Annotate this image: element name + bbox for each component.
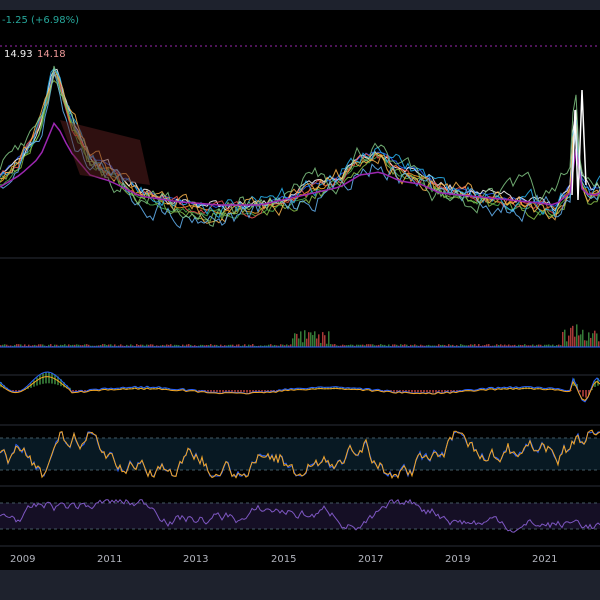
volume-bar [598,341,600,347]
macd-histogram-bar [219,390,221,393]
year-label: 2017 [358,554,383,565]
volume-bar [302,342,304,347]
chart-svg[interactable]: -1.25 (+6.98%) 14.93 14.18 2009 2011 201… [0,10,600,570]
year-label: 2011 [97,554,122,565]
volume-bar [574,336,576,347]
volume-bar [320,342,322,347]
macd-histogram-bar [432,390,434,393]
macd-panel [0,371,600,403]
volume-bar [296,333,298,347]
macd-histogram-bar [45,372,47,384]
volume-bar [578,335,580,347]
macd-histogram-bar [411,390,413,393]
volume-bar [596,333,598,347]
volume-bar [308,332,310,347]
volume-bar [314,331,316,347]
volume-bar [590,337,592,347]
volume-panel [0,324,600,348]
macd-line [0,371,600,403]
volume-bar [324,335,326,347]
macd-histogram-bar [246,390,248,393]
macd-histogram-bar [216,390,218,392]
macd-histogram-bar [39,375,41,385]
x-axis-years: 2009 2011 2013 2015 2017 2019 2021 [10,554,557,565]
macd-histogram-bar [426,390,428,393]
volume-bar [592,333,594,347]
cloud-area [60,120,150,185]
top-toolbar [0,0,600,10]
macd-histogram-bar [414,390,416,393]
volume-bar [564,329,566,347]
macd-histogram-bar [210,390,212,392]
macd-histogram-bar [207,390,209,392]
stochastic-panel [0,429,600,480]
year-label: 2019 [445,554,470,565]
macd-histogram-bar [408,390,410,392]
macd-histogram-bar [225,390,227,392]
volume-bar [570,327,572,347]
volume-bar [306,338,308,347]
rsi-panel [0,498,600,533]
macd-histogram-bar [42,373,44,384]
change-text: -1.25 (+6.98%) [2,15,79,26]
macd-histogram-bar [48,372,50,384]
macd-histogram-bar [429,390,431,392]
macd-histogram-bar [213,390,215,392]
volume-bar [298,338,300,347]
volume-bar [322,332,324,347]
macd-histogram-bar [234,390,236,392]
macd-histogram-bar [582,390,584,397]
volume-bar [568,335,570,347]
year-label: 2015 [271,554,296,565]
volume-bar [562,331,564,347]
volume-bar [316,338,318,347]
volume-bar [566,341,568,347]
macd-histogram-bar [36,377,38,386]
volume-bar [292,338,294,347]
volume-bar [572,325,574,347]
year-label: 2009 [10,554,35,565]
chart-area[interactable]: -1.25 (+6.98%) 14.93 14.18 2009 2011 201… [0,10,600,570]
macd-histogram-bar [441,390,443,393]
volume-bar [586,340,588,347]
macd-histogram-bar [420,390,422,393]
volume-bar [304,330,306,347]
macd-histogram-bar [423,390,425,392]
macd-histogram-bar [393,390,395,392]
volume-bar [318,334,320,347]
volume-bar [300,331,302,347]
main-price-panel [0,65,600,229]
year-label: 2013 [183,554,208,565]
volume-bar [594,330,596,347]
macd-histogram-bar [585,390,587,398]
macd-histogram-bar [417,390,419,393]
volume-bar [584,340,586,347]
macd-histogram-bar [237,390,239,393]
macd-histogram-bar [240,390,242,392]
macd-histogram-bar [579,390,581,393]
year-label: 2021 [532,554,557,565]
volume-bar [328,331,330,347]
volume-bar [580,334,582,347]
volume-bar [582,329,584,347]
value-b: 14.18 [37,49,66,60]
volume-bar [312,335,314,347]
macd-histogram-bar [228,390,230,392]
macd-histogram-bar [249,390,251,393]
bottom-toolbar [0,570,600,600]
value-a: 14.93 [4,49,33,60]
macd-histogram-bar [231,390,233,392]
volume-bar [310,332,312,347]
macd-histogram-bar [243,390,245,393]
volume-bar [576,324,578,347]
volume-bar [588,332,590,347]
stoch-band [0,438,600,470]
volume-bar [294,333,296,347]
